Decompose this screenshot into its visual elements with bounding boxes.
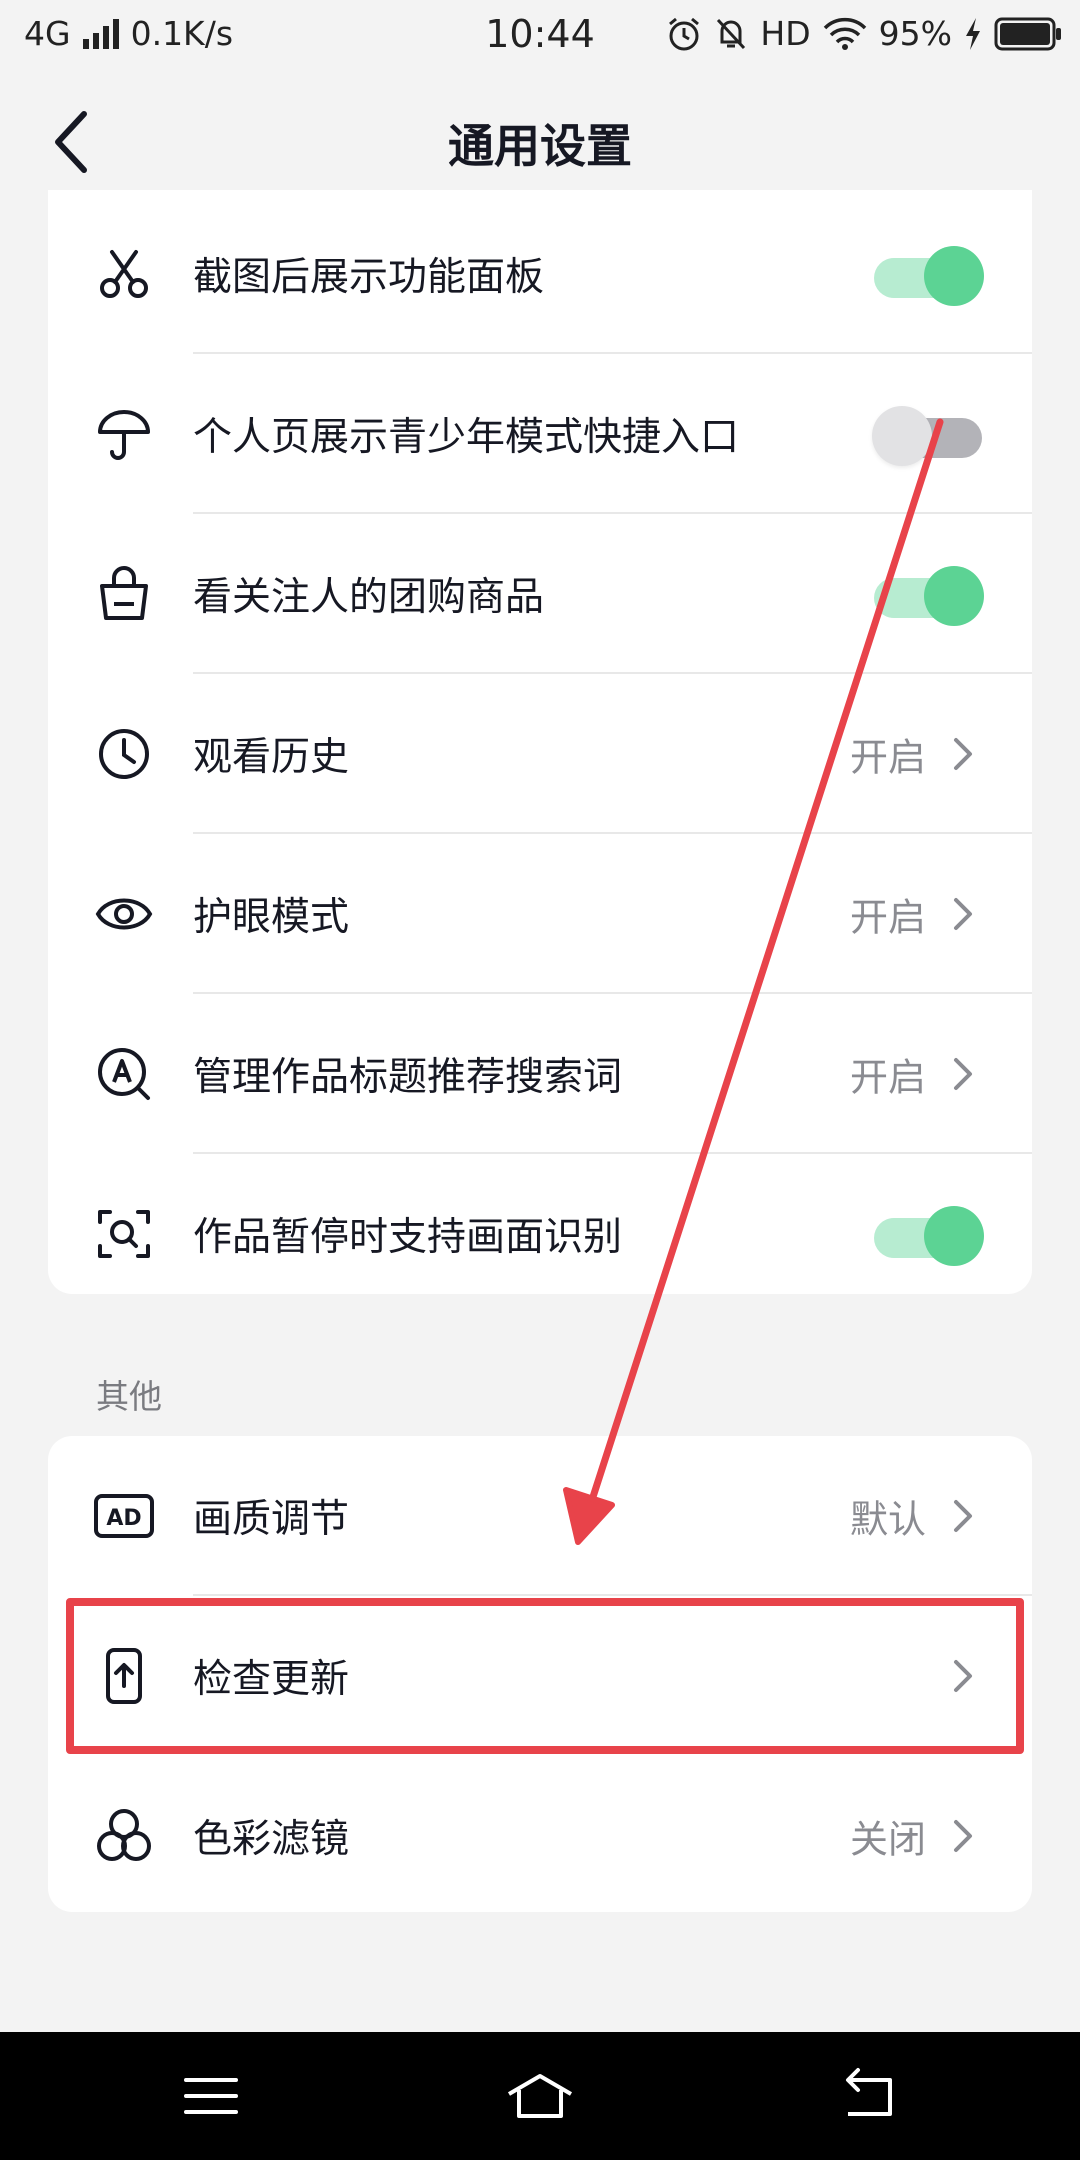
search-a-icon (98, 1048, 150, 1100)
setting-row-color-filter[interactable]: 色彩滤镜 关闭 (48, 1756, 1032, 1912)
toggle-switch[interactable] (874, 566, 984, 626)
chevron-right-icon (954, 1500, 972, 1532)
status-right: HD 95% (666, 14, 1062, 53)
mute-bell-icon (717, 18, 746, 49)
toggle-switch[interactable] (874, 246, 984, 306)
alarm-icon (669, 17, 700, 50)
setting-label: 护眼模式 (193, 895, 350, 940)
setting-row-group-buy[interactable]: 看关注人的团购商品 (48, 514, 1032, 674)
hd-indicator: HD (760, 14, 811, 53)
eye-icon (95, 898, 153, 930)
chevron-right-icon (954, 1660, 972, 1692)
shopping-bag-icon (100, 566, 148, 620)
chevron-right-icon (954, 738, 972, 770)
other-card: AD 画质调节 默认 检查更新 色彩滤镜 关闭 (48, 1436, 1032, 1912)
charging-icon (966, 17, 980, 50)
color-circles-icon (97, 1809, 151, 1861)
chevron-right-icon (954, 898, 972, 930)
battery-percent: 95% (878, 14, 952, 53)
setting-label: 观看历史 (193, 735, 350, 780)
setting-label: 截图后展示功能面板 (193, 255, 545, 300)
setting-label: 个人页展示青少年模式快捷入口 (193, 415, 740, 460)
status-bar: 4G 0.1K/s 10:44 HD 95% (0, 0, 1080, 72)
chevron-right-icon (954, 1820, 972, 1852)
ad-icon: AD (94, 1494, 154, 1538)
setting-value: 开启 (849, 1055, 926, 1100)
setting-value: 默认 (849, 1497, 926, 1542)
setting-row-frame-recognition[interactable]: 作品暂停时支持画面识别 (48, 1154, 1032, 1294)
setting-row-watch-history[interactable]: 观看历史 开启 (48, 674, 1032, 834)
setting-label: 色彩滤镜 (193, 1817, 350, 1862)
menu-icon[interactable] (176, 2066, 246, 2126)
toggle-switch[interactable] (872, 406, 982, 466)
setting-label: 检查更新 (193, 1657, 350, 1702)
setting-label: 作品暂停时支持画面识别 (193, 1215, 623, 1260)
setting-value: 关闭 (849, 1817, 926, 1862)
setting-row-check-update[interactable]: 检查更新 (48, 1596, 1032, 1756)
wifi-icon (823, 17, 866, 50)
setting-label: 管理作品标题推荐搜索词 (193, 1055, 623, 1100)
setting-row-video-quality[interactable]: AD 画质调节 默认 (48, 1436, 1032, 1596)
setting-label: 看关注人的团购商品 (193, 575, 545, 620)
setting-value: 开启 (849, 895, 926, 940)
setting-row-eye-care[interactable]: 护眼模式 开启 (48, 834, 1032, 994)
system-nav-bar (0, 2032, 1080, 2160)
nav-bar: 通用设置 (0, 72, 1080, 206)
clock-icon (99, 729, 149, 779)
back-nav-icon[interactable] (834, 2066, 904, 2126)
setting-row-teen-mode[interactable]: 个人页展示青少年模式快捷入口 (48, 354, 1032, 514)
setting-row-search-words[interactable]: 管理作品标题推荐搜索词 开启 (48, 994, 1032, 1154)
chevron-right-icon (954, 1058, 972, 1090)
settings-card: 截图后展示功能面板 个人页展示青少年模式快捷入口 看关注人的团购商品 观看历史 … (48, 190, 1032, 1294)
page-title: 通用设置 (448, 119, 632, 173)
umbrella-icon (98, 410, 150, 460)
scissors-icon (100, 250, 148, 298)
home-icon[interactable] (505, 2066, 575, 2126)
svg-text:AD: AD (106, 1506, 141, 1531)
phone-upload-icon (106, 1648, 142, 1704)
battery-icon (994, 17, 1061, 50)
setting-label: 画质调节 (193, 1497, 350, 1542)
setting-value: 开启 (849, 735, 926, 780)
section-title-other: 其他 (96, 1377, 162, 1416)
setting-row-screenshot-panel[interactable]: 截图后展示功能面板 (48, 194, 1032, 354)
toggle-switch[interactable] (874, 1206, 984, 1266)
scan-icon (98, 1210, 150, 1258)
